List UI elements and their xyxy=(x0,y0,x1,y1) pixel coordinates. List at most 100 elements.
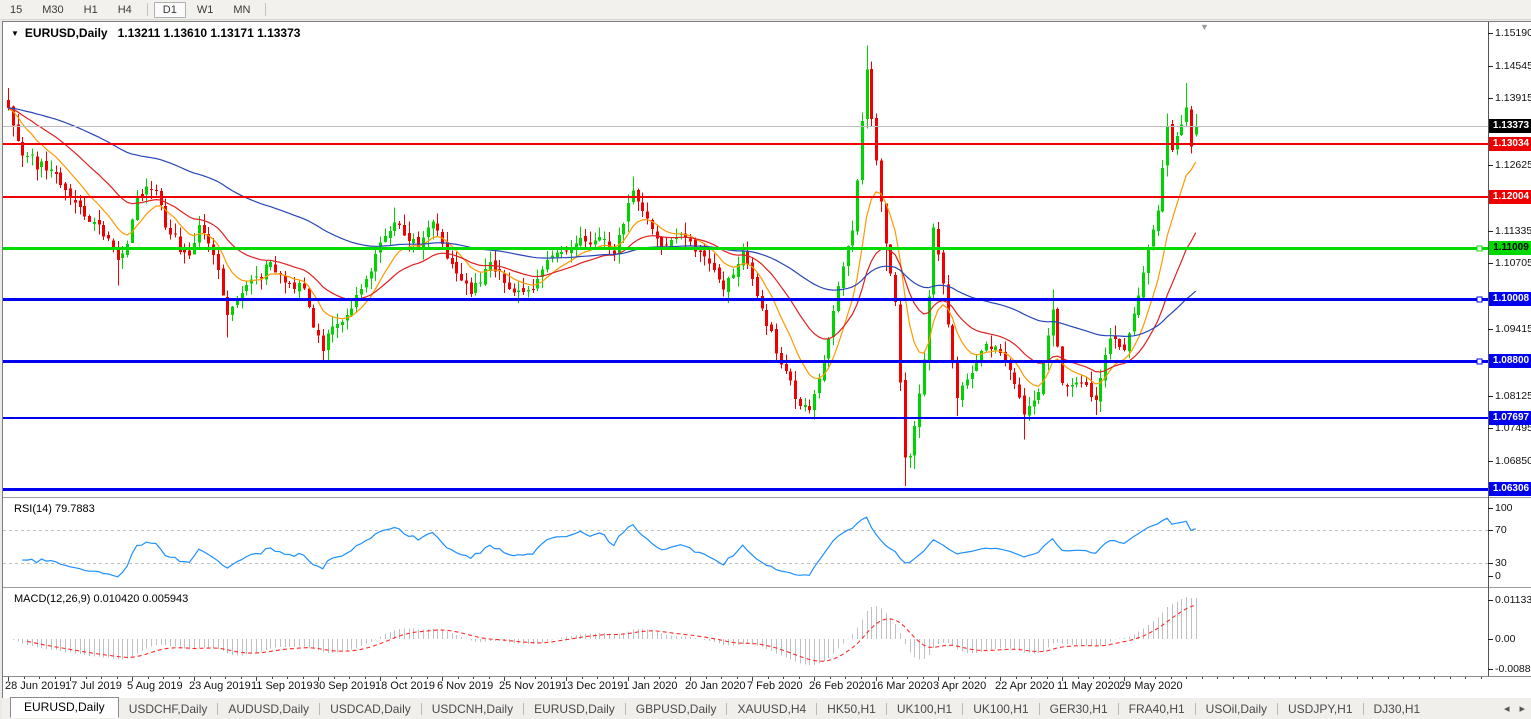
macd-histogram xyxy=(9,597,1197,666)
date-label: 11 May 2020 xyxy=(1057,680,1120,692)
rsi-axis-label: 70 xyxy=(1495,523,1531,537)
timeframe-button-15[interactable]: 15 xyxy=(1,2,31,18)
tab-item-gbpusd-daily[interactable]: GBPUSD,Daily xyxy=(626,702,727,716)
tab-item-audusd-daily[interactable]: AUDUSD,Daily xyxy=(218,702,319,716)
line-drag-handle[interactable] xyxy=(1477,297,1482,302)
timeframe-button-w1[interactable]: W1 xyxy=(188,2,223,18)
price-axis-tick-mark xyxy=(1488,263,1493,264)
date-minor-tick xyxy=(1465,677,1466,679)
line-drag-handle[interactable] xyxy=(1477,359,1482,364)
tab-item-fra40-h1[interactable]: FRA40,H1 xyxy=(1119,702,1195,716)
price-marker-box: 1.13373 xyxy=(1489,119,1531,133)
date-label: 28 Jun 2019 xyxy=(5,680,66,692)
price-axis-tick-mark xyxy=(1488,231,1493,232)
tab-bar: EURUSD,DailyUSDCHF,DailyAUDUSD,DailyUSDC… xyxy=(2,698,1531,719)
tab-scroll-right-icon[interactable]: ▸ xyxy=(1519,702,1525,715)
tab-item-dj30-h1[interactable]: DJ30,H1 xyxy=(1364,702,1431,716)
collapse-triangle-icon[interactable]: ▼ xyxy=(11,29,19,38)
tab-item-usdjpy-h1[interactable]: USDJPY,H1 xyxy=(1278,702,1362,716)
price-marker-box: 1.10008 xyxy=(1489,292,1531,306)
line-drag-handle[interactable] xyxy=(1477,246,1482,251)
tab-item-eurusd-daily[interactable]: EURUSD,Daily xyxy=(524,702,625,716)
macd-axis-tick-mark xyxy=(1488,600,1493,601)
tab-item-eurusd-daily[interactable]: EURUSD,Daily xyxy=(10,697,119,718)
ma-slow-line[interactable] xyxy=(8,108,1196,337)
price-axis-tick-mark xyxy=(1488,329,1493,330)
date-minor-tick xyxy=(1031,677,1032,679)
date-minor-tick xyxy=(148,677,149,679)
date-minor-tick xyxy=(1403,677,1404,679)
date-minor-tick xyxy=(907,677,908,679)
date-minor-tick xyxy=(1295,677,1296,679)
date-minor-tick xyxy=(179,677,180,679)
date-label: 17 Jul 2019 xyxy=(65,680,122,692)
price-axis-tick-mark xyxy=(1488,396,1493,397)
price-chart-canvas[interactable] xyxy=(3,22,1488,497)
tab-item-hk50-h1[interactable]: HK50,H1 xyxy=(817,702,886,716)
timeframe-button-m30[interactable]: M30 xyxy=(33,2,72,18)
price-axis-tick-mark xyxy=(1488,66,1493,67)
date-minor-tick xyxy=(1419,677,1420,679)
date-minor-tick xyxy=(1171,677,1172,679)
date-minor-tick xyxy=(1279,677,1280,679)
tab-item-ger30-h1[interactable]: GER30,H1 xyxy=(1040,702,1118,716)
date-minor-tick xyxy=(1372,677,1373,679)
price-marker-box: 1.12004 xyxy=(1489,190,1531,204)
timeframe-toolbar: 15M30H1H4 D1W1MN xyxy=(0,0,1531,20)
date-minor-tick xyxy=(303,677,304,679)
date-minor-tick xyxy=(1093,677,1094,679)
macd-axis-label: -0.008848 xyxy=(1495,662,1531,676)
date-label: 5 Aug 2019 xyxy=(127,680,183,692)
date-minor-tick xyxy=(985,677,986,679)
tab-item-xauusd-h4[interactable]: XAUUSD,H4 xyxy=(727,702,816,716)
price-marker-box: 1.07697 xyxy=(1489,411,1531,425)
toolbar-separator xyxy=(147,3,148,16)
tab-item-usdchf-daily[interactable]: USDCHF,Daily xyxy=(119,702,218,716)
date-minor-tick xyxy=(225,677,226,679)
tab-item-usoil-daily[interactable]: USOil,Daily xyxy=(1196,702,1277,716)
price-marker-box: 1.08800 xyxy=(1489,354,1531,368)
macd-panel-canvas[interactable] xyxy=(3,589,1488,676)
ma-medium-line[interactable] xyxy=(8,108,1196,372)
date-minor-tick xyxy=(1450,677,1451,679)
date-minor-tick xyxy=(737,677,738,679)
date-minor-tick xyxy=(597,677,598,679)
chart-shift-marker-icon[interactable]: ▼ xyxy=(1200,22,1209,32)
date-label: 11 Sep 2019 xyxy=(251,680,313,692)
bull-candle-wicks xyxy=(28,45,1197,469)
date-minor-tick xyxy=(1341,677,1342,679)
timeframe-button-mn[interactable]: MN xyxy=(224,2,259,18)
rsi-panel-canvas[interactable] xyxy=(3,499,1488,587)
date-label: 29 May 2020 xyxy=(1119,680,1183,692)
date-minor-tick xyxy=(659,677,660,679)
date-minor-tick xyxy=(535,677,536,679)
date-minor-tick xyxy=(1264,677,1265,679)
tab-item-uk100-h1[interactable]: UK100,H1 xyxy=(963,702,1038,716)
price-tick-label: 1.08125 xyxy=(1495,389,1531,403)
rsi-axis-label: 30 xyxy=(1495,556,1531,570)
date-minor-tick xyxy=(287,677,288,679)
date-minor-tick xyxy=(582,677,583,679)
date-minor-tick xyxy=(1248,677,1249,679)
date-minor-tick xyxy=(799,677,800,679)
date-minor-tick xyxy=(1310,677,1311,679)
price-tick-label: 1.06850 xyxy=(1495,454,1531,468)
date-minor-tick xyxy=(520,677,521,679)
tab-item-uk100-h1[interactable]: UK100,H1 xyxy=(887,702,962,716)
tab-item-usdcnh-daily[interactable]: USDCNH,Daily xyxy=(422,702,523,716)
date-minor-tick xyxy=(1202,677,1203,679)
chart-title: ▼ EURUSD,Daily 1.13211 1.13610 1.13171 1… xyxy=(11,26,300,40)
price-tick-label: 1.10705 xyxy=(1495,256,1531,270)
date-label: 23 Aug 2019 xyxy=(189,680,251,692)
tab-item-usdcad-daily[interactable]: USDCAD,Daily xyxy=(320,702,421,716)
price-tick-label: 1.15190 xyxy=(1495,26,1531,40)
tab-scroll-left-icon[interactable]: ◂ xyxy=(1504,702,1510,715)
timeframe-button-h4[interactable]: H4 xyxy=(109,2,141,18)
date-minor-tick xyxy=(334,677,335,679)
date-minor-tick xyxy=(1016,677,1017,679)
date-minor-tick xyxy=(706,677,707,679)
timeframe-button-d1[interactable]: D1 xyxy=(154,2,186,18)
date-minor-tick xyxy=(1233,677,1234,679)
timeframe-button-h1[interactable]: H1 xyxy=(75,2,107,18)
date-label: 30 Sep 2019 xyxy=(313,680,375,692)
